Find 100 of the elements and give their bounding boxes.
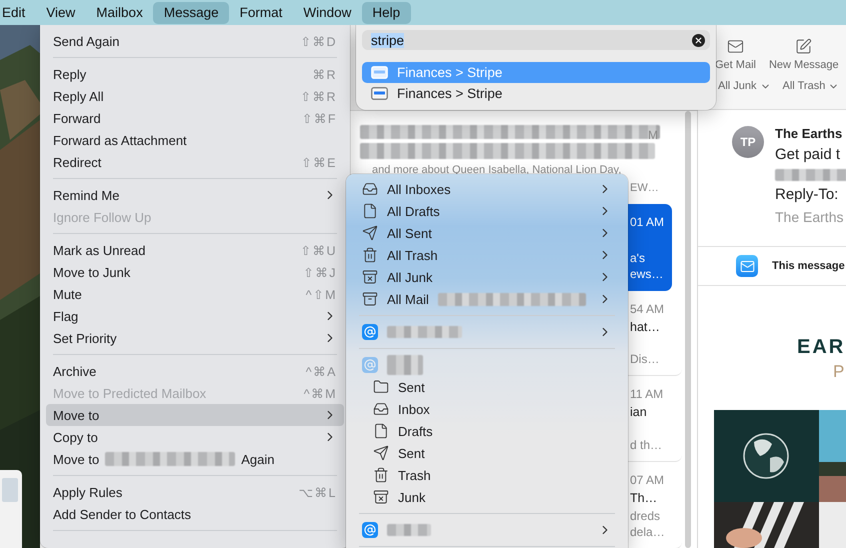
box-x-icon xyxy=(373,489,389,505)
message-time: 54 AM xyxy=(630,302,666,316)
menu-bar-item[interactable]: Mailbox xyxy=(86,2,154,24)
message-row[interactable]: 01 AM a's ews… xyxy=(628,204,672,291)
message-subject: ian xyxy=(630,404,648,420)
message-preview: EW… xyxy=(629,181,660,196)
shortcut-text: ⇧⌘R xyxy=(300,88,337,104)
message-subject: hat… xyxy=(630,319,661,335)
document-icon xyxy=(362,203,378,219)
menu-item[interactable]: Forward ⇧⌘F xyxy=(46,107,344,129)
shortcut-text: ⇧⌘F xyxy=(302,110,337,126)
menu-item[interactable]: Move to xyxy=(46,404,344,426)
message-preview: d th… xyxy=(630,437,664,453)
sender-name: The Earths xyxy=(775,126,844,142)
archive-box-icon xyxy=(362,291,378,307)
mailbox-filter[interactable]: All Trash xyxy=(782,80,840,92)
menu-bar-item[interactable]: Edit xyxy=(0,2,36,24)
paper-plane-icon xyxy=(373,445,389,461)
menu-item[interactable]: Remind Me xyxy=(46,184,344,206)
compose-icon xyxy=(795,38,812,55)
submenu-item[interactable]: Trash xyxy=(352,464,622,486)
logo-text: P xyxy=(832,361,846,383)
shortcut-text: ⌘R xyxy=(312,66,337,82)
clear-button[interactable] xyxy=(692,34,705,46)
menu-item[interactable]: Add Sender to Contacts xyxy=(46,503,344,525)
shortcut-text: ^⇧M xyxy=(306,286,337,302)
menu-bar-item[interactable]: Help xyxy=(362,2,411,24)
mailbox-filter[interactable]: All Junk xyxy=(718,80,771,92)
tray-icon xyxy=(373,401,389,417)
tray-icon xyxy=(362,181,378,197)
menu-item[interactable]: Move to Again xyxy=(46,448,344,470)
close-icon xyxy=(694,36,703,44)
search-result[interactable]: Finances > Stripe xyxy=(362,83,710,104)
submenu-item[interactable]: All Drafts xyxy=(352,200,622,222)
message-time: 11 AM xyxy=(630,387,664,401)
shortcut-text: ⌥⌘L xyxy=(298,484,337,500)
message-preview: Dis… xyxy=(630,351,660,367)
message-time: 01 AM xyxy=(630,215,666,229)
card-icon xyxy=(371,66,388,79)
trash-icon xyxy=(373,467,389,483)
reply-to-name: The Earths xyxy=(775,208,844,227)
submenu-item[interactable]: Sent xyxy=(352,442,622,464)
toolbar-button[interactable]: Get Mail xyxy=(715,38,756,71)
paper-plane-icon xyxy=(362,225,378,241)
box-x-icon xyxy=(362,269,378,285)
message-time: M xyxy=(648,128,658,142)
message-subject: Get paid t xyxy=(775,145,842,165)
shortcut-text: ⇧⌘D xyxy=(300,34,337,48)
avatar: TP xyxy=(732,126,764,158)
blurred-text xyxy=(387,355,423,375)
logo-text: EAR xyxy=(796,335,846,360)
mail-app-icon xyxy=(736,255,758,277)
menu-item[interactable]: Copy to xyxy=(46,426,344,448)
reply-to-label: Reply-To: xyxy=(775,185,840,205)
trash-icon xyxy=(362,247,378,263)
menu-item[interactable]: Mark as Unread ⇧⌘U xyxy=(46,239,344,261)
submenu-item[interactable]: Inbox xyxy=(352,398,622,420)
menu-item[interactable]: Mute ^⇧M xyxy=(46,283,344,305)
menu-bar-item[interactable]: Message xyxy=(153,2,230,24)
submenu-item[interactable]: All Inboxes xyxy=(352,178,622,200)
banner-text: This message xyxy=(772,260,845,272)
envelope-icon xyxy=(726,38,744,55)
menu-item[interactable]: Send Again ⇧⌘D xyxy=(46,30,344,52)
menu-item[interactable]: Reply All ⇧⌘R xyxy=(46,85,344,107)
shortcut-text: ^⌘A xyxy=(306,364,337,378)
message-preview: and more about Queen Isabella, National Lion Day, xyxy=(371,163,622,177)
submenu-item[interactable]: Drafts xyxy=(352,420,622,442)
menu-item[interactable]: Apply Rules ⌥⌘L xyxy=(46,481,344,503)
message-time: 07 AM xyxy=(630,473,666,487)
menu-item[interactable]: Flag xyxy=(46,305,344,327)
submenu-item[interactable]: Junk xyxy=(352,486,622,508)
menu-bar-item[interactable]: Format xyxy=(229,2,293,24)
message-preview: ews… xyxy=(630,266,664,282)
shortcut-text: ⇧⌘E xyxy=(301,154,337,170)
menu-item[interactable]: Archive ^⌘A xyxy=(46,360,344,382)
shortcut-text: ^⌘M xyxy=(304,386,337,400)
search-field[interactable]: stripe xyxy=(362,30,710,50)
menu-item[interactable]: Reply ⌘R xyxy=(46,63,344,85)
submenu-item[interactable]: All Junk xyxy=(352,266,622,288)
card-icon xyxy=(371,87,388,100)
submenu-item[interactable]: All Sent xyxy=(352,222,622,244)
submenu-item[interactable]: All Mail xyxy=(352,288,622,310)
scrollbar-thumb[interactable] xyxy=(685,111,691,548)
toolbar-button[interactable]: New Message xyxy=(768,38,839,71)
menu-bar-item[interactable]: View xyxy=(36,2,86,24)
menu-item[interactable]: Forward as Attachment xyxy=(46,129,344,151)
message-row[interactable]: and more about Queen Isabella, National Lion Day, M xyxy=(350,111,682,175)
menu-item[interactable]: Redirect ⇧⌘E xyxy=(46,151,344,173)
shortcut-text: ⇧⌘U xyxy=(300,242,337,258)
folder-icon xyxy=(373,379,389,395)
message-preview: dela… xyxy=(630,524,666,540)
blurred-text xyxy=(387,524,431,536)
submenu-item[interactable]: All Trash xyxy=(352,244,622,266)
message-preview: dreds xyxy=(630,508,662,524)
menu-bar-item[interactable]: Window xyxy=(292,2,362,24)
menu-item[interactable]: Move to Junk ⇧⌘J xyxy=(46,261,344,283)
submenu-item[interactable]: Sent xyxy=(352,376,622,398)
message-preview: a's xyxy=(630,250,646,266)
menu-item[interactable]: Set Priority xyxy=(46,327,344,349)
shortcut-text: ⇧⌘J xyxy=(303,264,337,280)
